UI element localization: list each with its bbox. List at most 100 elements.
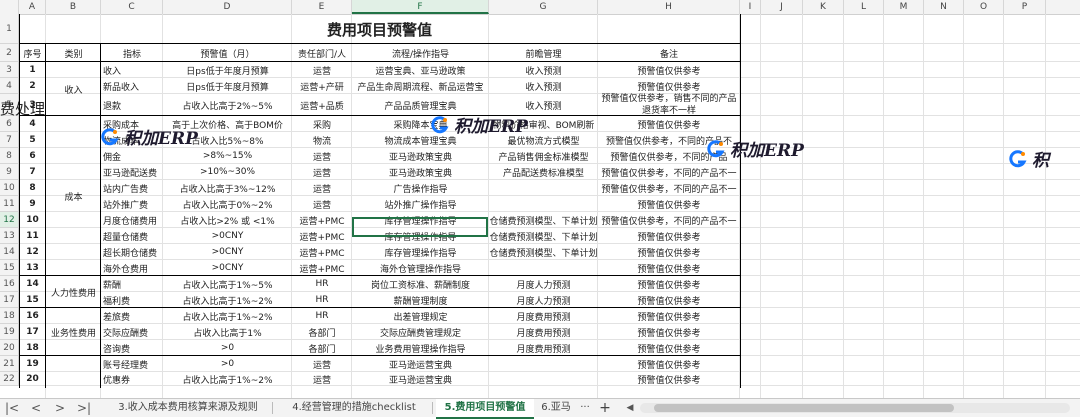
horizontal-scrollbar[interactable] (640, 403, 1070, 413)
header-7[interactable]: 前瞻管理 (489, 44, 598, 62)
cell-f-8[interactable]: 亚马逊政策宝典 (352, 148, 489, 164)
cell-f-19[interactable]: 交际应酬费管理规定 (352, 324, 489, 340)
add-sheet-button[interactable]: + (596, 399, 614, 417)
scroll-left-icon[interactable]: ◀ (622, 399, 638, 417)
cell-a-4[interactable]: 2 (19, 78, 46, 94)
cell-a-18[interactable]: 16 (19, 308, 46, 324)
sheet-tab-4[interactable]: 4.经营管理的措施checklist (280, 399, 428, 417)
cell-a-6[interactable]: 4 (19, 116, 46, 132)
cell-d-5[interactable]: 占收入比高于2%~5% (163, 94, 292, 116)
cell-g-16[interactable]: 月度人力预测 (489, 276, 598, 292)
cell-g-4[interactable]: 收入预测 (489, 78, 598, 94)
cell-f-15[interactable]: 海外仓管理操作指导 (352, 260, 489, 276)
cell-h-12[interactable]: 预警值仅供参考，不同的产品不一 (598, 212, 740, 228)
cell-c-3[interactable]: 收入 (101, 62, 163, 78)
cell-a-10[interactable]: 8 (19, 180, 46, 196)
cell-g-14[interactable]: 仓储费预测模型、下单计划 (489, 244, 598, 260)
cell-h-5[interactable]: 预警值仅供参考，销售不同的产品退货率不一样 (598, 94, 740, 116)
cell-g-3[interactable]: 收入预测 (489, 62, 598, 78)
cell-h-15[interactable]: 预警值仅供参考 (598, 260, 740, 276)
cell-h-22[interactable]: 预警值仅供参考 (598, 372, 740, 386)
cell-a-17[interactable]: 15 (19, 292, 46, 308)
row-header-20[interactable]: 20 (0, 340, 19, 356)
row-header-19[interactable]: 19 (0, 324, 19, 340)
column-header-m[interactable]: M (884, 0, 924, 14)
row-header-17[interactable]: 17 (0, 292, 19, 308)
cell-a-21[interactable]: 19 (19, 356, 46, 372)
next-sheet-icon[interactable]: > (52, 399, 68, 417)
cell-g-9[interactable]: 产品配送费标准模型 (489, 164, 598, 180)
cell-h-16[interactable]: 预警值仅供参考 (598, 276, 740, 292)
cell-f-17[interactable]: 薪酬管理制度 (352, 292, 489, 308)
cell-a-14[interactable]: 12 (19, 244, 46, 260)
row-header-13[interactable]: 13 (0, 228, 19, 244)
horizontal-scrollbar-thumb[interactable] (654, 404, 954, 412)
cell-a-8[interactable]: 6 (19, 148, 46, 164)
cell-d-18[interactable]: 占收入比高于1%~2% (163, 308, 292, 324)
column-header-a[interactable]: A (19, 0, 46, 14)
cell-a-16[interactable]: 14 (19, 276, 46, 292)
cell-f-9[interactable]: 亚马逊政策宝典 (352, 164, 489, 180)
cell-e-5[interactable]: 运营+品质 (292, 94, 352, 116)
column-header-d[interactable]: D (163, 0, 292, 14)
cell-h-6[interactable]: 预警值仅供参考 (598, 116, 740, 132)
row-header-9[interactable]: 9 (0, 164, 19, 180)
category-2[interactable]: 成本 (46, 116, 101, 276)
sheet-tab-3[interactable]: 3.收入成本费用核算来源及规则 (108, 399, 268, 417)
cell-a-11[interactable]: 9 (19, 196, 46, 212)
cell-c-5[interactable]: 退款 (101, 94, 163, 116)
cell-e-22[interactable]: 运营 (292, 372, 352, 386)
cell-g-8[interactable]: 产品销售佣金标准模型 (489, 148, 598, 164)
category-3[interactable]: 人力性费用 (46, 276, 101, 308)
row-header-4[interactable]: 4 (0, 78, 19, 94)
header-1[interactable]: 序号 (19, 44, 46, 62)
cell-d-14[interactable]: >0CNY (163, 244, 292, 260)
category-1[interactable]: 收入 (46, 62, 101, 116)
cell-g-17[interactable]: 月度人力预测 (489, 292, 598, 308)
row-header-22[interactable]: 22 (0, 372, 19, 386)
row-header-1[interactable]: 1 (0, 14, 19, 44)
cell-e-21[interactable]: 运营 (292, 356, 352, 372)
select-all-corner[interactable] (0, 0, 19, 14)
cell-h-4[interactable]: 预警值仅供参考 (598, 78, 740, 94)
selected-cell-F12[interactable] (352, 217, 488, 237)
column-header-l[interactable]: L (844, 0, 884, 14)
cell-f-16[interactable]: 岗位工资标准、薪酬制度 (352, 276, 489, 292)
cell-a-9[interactable]: 7 (19, 164, 46, 180)
cell-c-11[interactable]: 站外推广费 (101, 196, 163, 212)
cell-c-8[interactable]: 佣金 (101, 148, 163, 164)
sheet-tab-5-active[interactable]: 5.费用项目预警值 (436, 399, 534, 419)
cell-g-20[interactable]: 月度费用预测 (489, 340, 598, 356)
cell-d-15[interactable]: >0CNY (163, 260, 292, 276)
cell-g-13[interactable]: 仓储费预测模型、下单计划 (489, 228, 598, 244)
cell-a-3[interactable]: 1 (19, 62, 46, 78)
row-header-14[interactable]: 14 (0, 244, 19, 260)
header-5[interactable]: 责任部门/人 (292, 44, 352, 62)
cell-e-16[interactable]: HR (292, 276, 352, 292)
cell-h-13[interactable]: 预警值仅供参考 (598, 228, 740, 244)
cell-e-10[interactable]: 运营 (292, 180, 352, 196)
cell-d-20[interactable]: >0 (163, 340, 292, 356)
row-header-3[interactable]: 3 (0, 62, 19, 78)
column-header-o[interactable]: O (964, 0, 1004, 14)
cell-h-11[interactable]: 预警值仅供参考 (598, 196, 740, 212)
cell-a-22[interactable]: 20 (19, 372, 46, 386)
header-4[interactable]: 预警值（月） (163, 44, 292, 62)
cell-c-16[interactable]: 薪酬 (101, 276, 163, 292)
cell-d-19[interactable]: 占收入比高于1% (163, 324, 292, 340)
cell-h-10[interactable]: 预警值仅供参考，不同的产品不一 (598, 180, 740, 196)
cell-f-20[interactable]: 业务费用管理操作指导 (352, 340, 489, 356)
cell-d-17[interactable]: 占收入比高于1%~2% (163, 292, 292, 308)
cell-g-19[interactable]: 月度费用预测 (489, 324, 598, 340)
row-header-21[interactable]: 21 (0, 356, 19, 372)
cell-e-6[interactable]: 采购 (292, 116, 352, 132)
cell-e-12[interactable]: 运营+PMC (292, 212, 352, 228)
column-header-k[interactable]: K (803, 0, 844, 14)
header-2[interactable]: 类别 (46, 44, 101, 62)
cell-e-7[interactable]: 物流 (292, 132, 352, 148)
cell-c-19[interactable]: 交际应酬费 (101, 324, 163, 340)
column-header-j[interactable]: J (761, 0, 803, 14)
last-sheet-icon[interactable]: >| (76, 399, 92, 417)
cell-a-13[interactable]: 11 (19, 228, 46, 244)
cell-d-9[interactable]: >10%~30% (163, 164, 292, 180)
